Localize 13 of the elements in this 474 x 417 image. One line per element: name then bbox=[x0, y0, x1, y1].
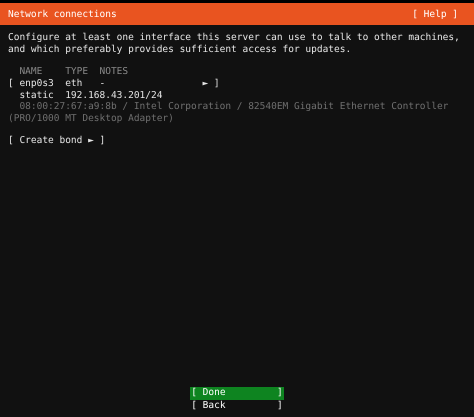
ip-address: 192.168.43.201/24 bbox=[65, 90, 164, 102]
create-bond-button[interactable]: [ Create bond ► ] bbox=[8, 135, 106, 146]
help-button[interactable]: [ Help ] bbox=[412, 8, 458, 20]
action-button[interactable]: [ Back ] bbox=[190, 400, 284, 412]
description: Configure at least one interface this server can use to talk to other machines, and which preferably provides sufficient access for updates. bbox=[8, 32, 461, 55]
hardware-info: 08:00:27:67:a9:8b / Intel Corporation / 82540EM Gigabit Ethernet Controller (PRO/1000 MT Desktop Adapter) bbox=[8, 101, 450, 124]
column-header: TYPE bbox=[65, 66, 90, 78]
window-title: Network connections bbox=[8, 8, 117, 20]
column-header: NAME bbox=[19, 66, 44, 78]
interface-row[interactable]: [ enp0s3 eth - ► ] bbox=[8, 78, 220, 90]
action-button[interactable]: [ Done ] bbox=[190, 387, 284, 400]
address-mode: static bbox=[19, 90, 55, 102]
column-header: NOTES bbox=[100, 66, 130, 78]
